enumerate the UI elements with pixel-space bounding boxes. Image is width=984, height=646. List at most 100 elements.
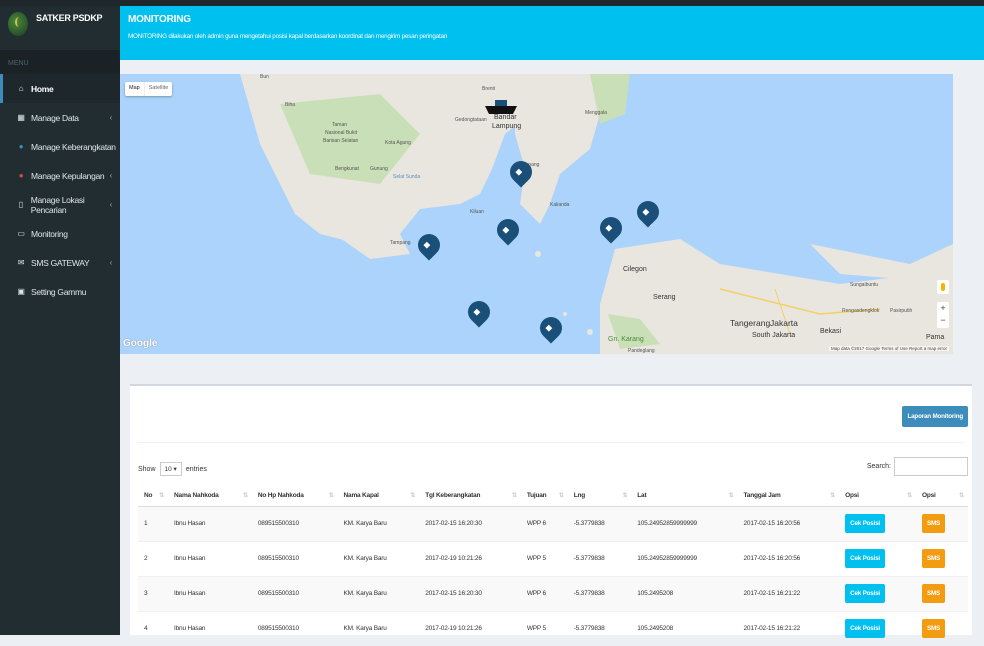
- cek-posisi-button[interactable]: Cek Posisi: [845, 584, 885, 603]
- column-header[interactable]: Lat ⇅: [631, 486, 738, 507]
- entries-label: entries: [185, 465, 207, 473]
- map-label: Taman: [332, 122, 348, 128]
- cell-jam: 2017-02-15 16:20:56: [737, 505, 840, 541]
- cell-kapal: KM. Karya Baru: [337, 505, 420, 541]
- sms-button[interactable]: SMS: [921, 619, 946, 639]
- map-label: Bekasi: [820, 328, 842, 335]
- cell-tgl: 2017-02-19 10:21:26: [419, 610, 521, 646]
- map-label: Tangerang: [730, 318, 771, 328]
- report-button[interactable]: Laporan Monitoring: [902, 406, 968, 427]
- map-type-satellite[interactable]: Satellite: [143, 82, 173, 96]
- search-label: Search:: [866, 463, 891, 470]
- cek-posisi-button[interactable]: Cek Posisi: [845, 619, 885, 639]
- entries-select[interactable]: 10 ▾: [159, 462, 182, 476]
- map-icon: ▯: [18, 200, 23, 209]
- cell-lng: -5.3779838: [567, 540, 632, 576]
- sidebar-item-setting-gammu[interactable]: ▣ Setting Gammu: [0, 277, 120, 306]
- map-label: Brenti: [482, 86, 496, 92]
- column-header-label: Tgl Keberangkatan: [425, 492, 481, 500]
- sidebar-item-label: Manage Keberangkatan: [31, 141, 116, 152]
- column-header[interactable]: No Hp Nahkoda ⇅: [251, 486, 338, 507]
- cell-kapal: KM. Karya Baru: [337, 575, 420, 611]
- cell-hp: 089515500310: [251, 610, 338, 646]
- map-label: Cilegon: [623, 266, 647, 273]
- menu-header: MENU: [0, 50, 120, 74]
- map-label: Selat Sunda: [393, 174, 421, 180]
- column-header[interactable]: Nama Nahkoda ⇅: [168, 486, 252, 507]
- cell-tujuan: WPP 6: [520, 505, 568, 541]
- sidebar-item-manage-keberangkatan[interactable]: ● Manage Keberangkatan ‹: [0, 132, 120, 161]
- column-header-label: Opsi: [921, 492, 936, 500]
- search-input[interactable]: [894, 457, 968, 476]
- map[interactable]: Map Satellite Biha Taman Nasional Bukit …: [120, 74, 953, 354]
- map-label: Gunung: [370, 166, 388, 172]
- column-header[interactable]: Lng ⇅: [567, 486, 632, 507]
- column-header[interactable]: Tanggal Jam ⇅: [737, 486, 840, 507]
- map-type-map[interactable]: Map: [125, 82, 144, 96]
- cell-opsi: Cek Posisi: [839, 610, 916, 646]
- column-header[interactable]: Tgl Keberangkatan ⇅: [419, 486, 521, 507]
- zoom-out-button[interactable]: −: [937, 314, 949, 326]
- sort-icon: ⇅: [328, 493, 334, 500]
- zoom-in-button[interactable]: +: [937, 302, 949, 314]
- cell-no: 1: [138, 505, 169, 541]
- cell-opsi: SMS: [915, 575, 968, 611]
- chevron-left-icon: ‹: [109, 171, 113, 180]
- sidebar-item-monitoring[interactable]: ▭ Monitoring: [0, 219, 120, 248]
- google-logo: Google: [123, 338, 158, 349]
- pegman-icon[interactable]: [937, 280, 949, 294]
- map-label: Jakarta: [770, 318, 798, 328]
- sidebar-item-label: Monitoring: [31, 228, 68, 239]
- sidebar-item-manage-data[interactable]: ▦ Manage Data ‹: [0, 103, 120, 132]
- column-header-label: Tujuan: [526, 492, 547, 500]
- cell-opsi: Cek Posisi: [839, 505, 916, 541]
- sort-icon: ⇅: [243, 493, 248, 500]
- cell-lat: 105.24952859999999: [631, 505, 738, 541]
- cell-opsi: SMS: [915, 505, 968, 541]
- sidebar-item-home[interactable]: ⌂ Home: [0, 74, 120, 103]
- map-label: Bengkunat: [335, 166, 359, 172]
- sidebar-item-label: Manage Data: [31, 112, 79, 123]
- monitoring-table: No ⇅ Nama Nahkoda ⇅ No Hp Nahkoda ⇅ Nama Kapal…: [138, 486, 968, 646]
- map-label: Rengasdengklok: [842, 308, 880, 314]
- brand[interactable]: SATKER PSDKP: [0, 6, 120, 50]
- cek-posisi-button[interactable]: Cek Posisi: [845, 549, 885, 568]
- table-row: 3 Ibnu Hasan 089515500310 KM. Karya Baru 201…: [138, 575, 968, 611]
- map-label: Pandeglang: [628, 348, 655, 354]
- envelope-icon: ✉: [17, 258, 25, 267]
- column-header[interactable]: No ⇅: [138, 486, 169, 507]
- chevron-left-icon: ‹: [109, 258, 113, 267]
- sms-button[interactable]: SMS: [921, 549, 946, 568]
- zoom-control: + −: [937, 302, 949, 328]
- map-label: Serang: [653, 294, 676, 301]
- cell-no: 3: [138, 575, 169, 611]
- sidebar-item-label: SMS GATEWAY: [31, 257, 90, 268]
- map-label: Sungaibuntu: [850, 282, 879, 288]
- cek-posisi-button[interactable]: Cek Posisi: [845, 514, 885, 533]
- ship-marker[interactable]: [485, 96, 517, 118]
- sms-button[interactable]: SMS: [921, 584, 946, 603]
- sort-icon: ⇅: [830, 493, 836, 500]
- sidebar-item-manage-kepulangan[interactable]: ● Manage Kepulangan ‹: [0, 161, 120, 190]
- user-icon: ●: [18, 142, 24, 151]
- entries-length: Show 10 ▾ entries: [138, 462, 207, 476]
- logo-icon: [8, 12, 28, 36]
- sidebar-item-manage-lokasi-pencarian[interactable]: ▯ Manage Lokasi Pencarian ‹: [0, 190, 120, 219]
- cell-tgl: 2017-02-15 16:20:30: [419, 575, 521, 611]
- table-row: 2 Ibnu Hasan 089515500310 KM. Karya Baru 201…: [138, 540, 968, 576]
- column-header[interactable]: Opsi ⇅: [839, 486, 916, 507]
- map-label: Kalianda: [550, 202, 570, 208]
- sidebar-item-label: Setting Gammu: [31, 286, 87, 297]
- map-label: Bun: [260, 74, 269, 80]
- column-header[interactable]: Nama Kapal ⇅: [337, 486, 420, 507]
- sidebar-item-sms-gateway[interactable]: ✉ SMS GATEWAY ‹: [0, 248, 120, 277]
- map-label: Pama: [926, 334, 945, 341]
- chevron-left-icon: ‹: [109, 200, 113, 209]
- settings-icon: ▣: [17, 287, 25, 296]
- column-header[interactable]: Tujuan ⇅: [520, 486, 568, 507]
- map-attribution[interactable]: Map data ©2017 Google Terms of Use Repor…: [828, 346, 949, 351]
- sms-button[interactable]: SMS: [921, 514, 946, 533]
- column-header[interactable]: Opsi ⇅: [915, 486, 968, 507]
- cell-hp: 089515500310: [251, 540, 338, 576]
- cell-opsi: SMS: [915, 540, 968, 576]
